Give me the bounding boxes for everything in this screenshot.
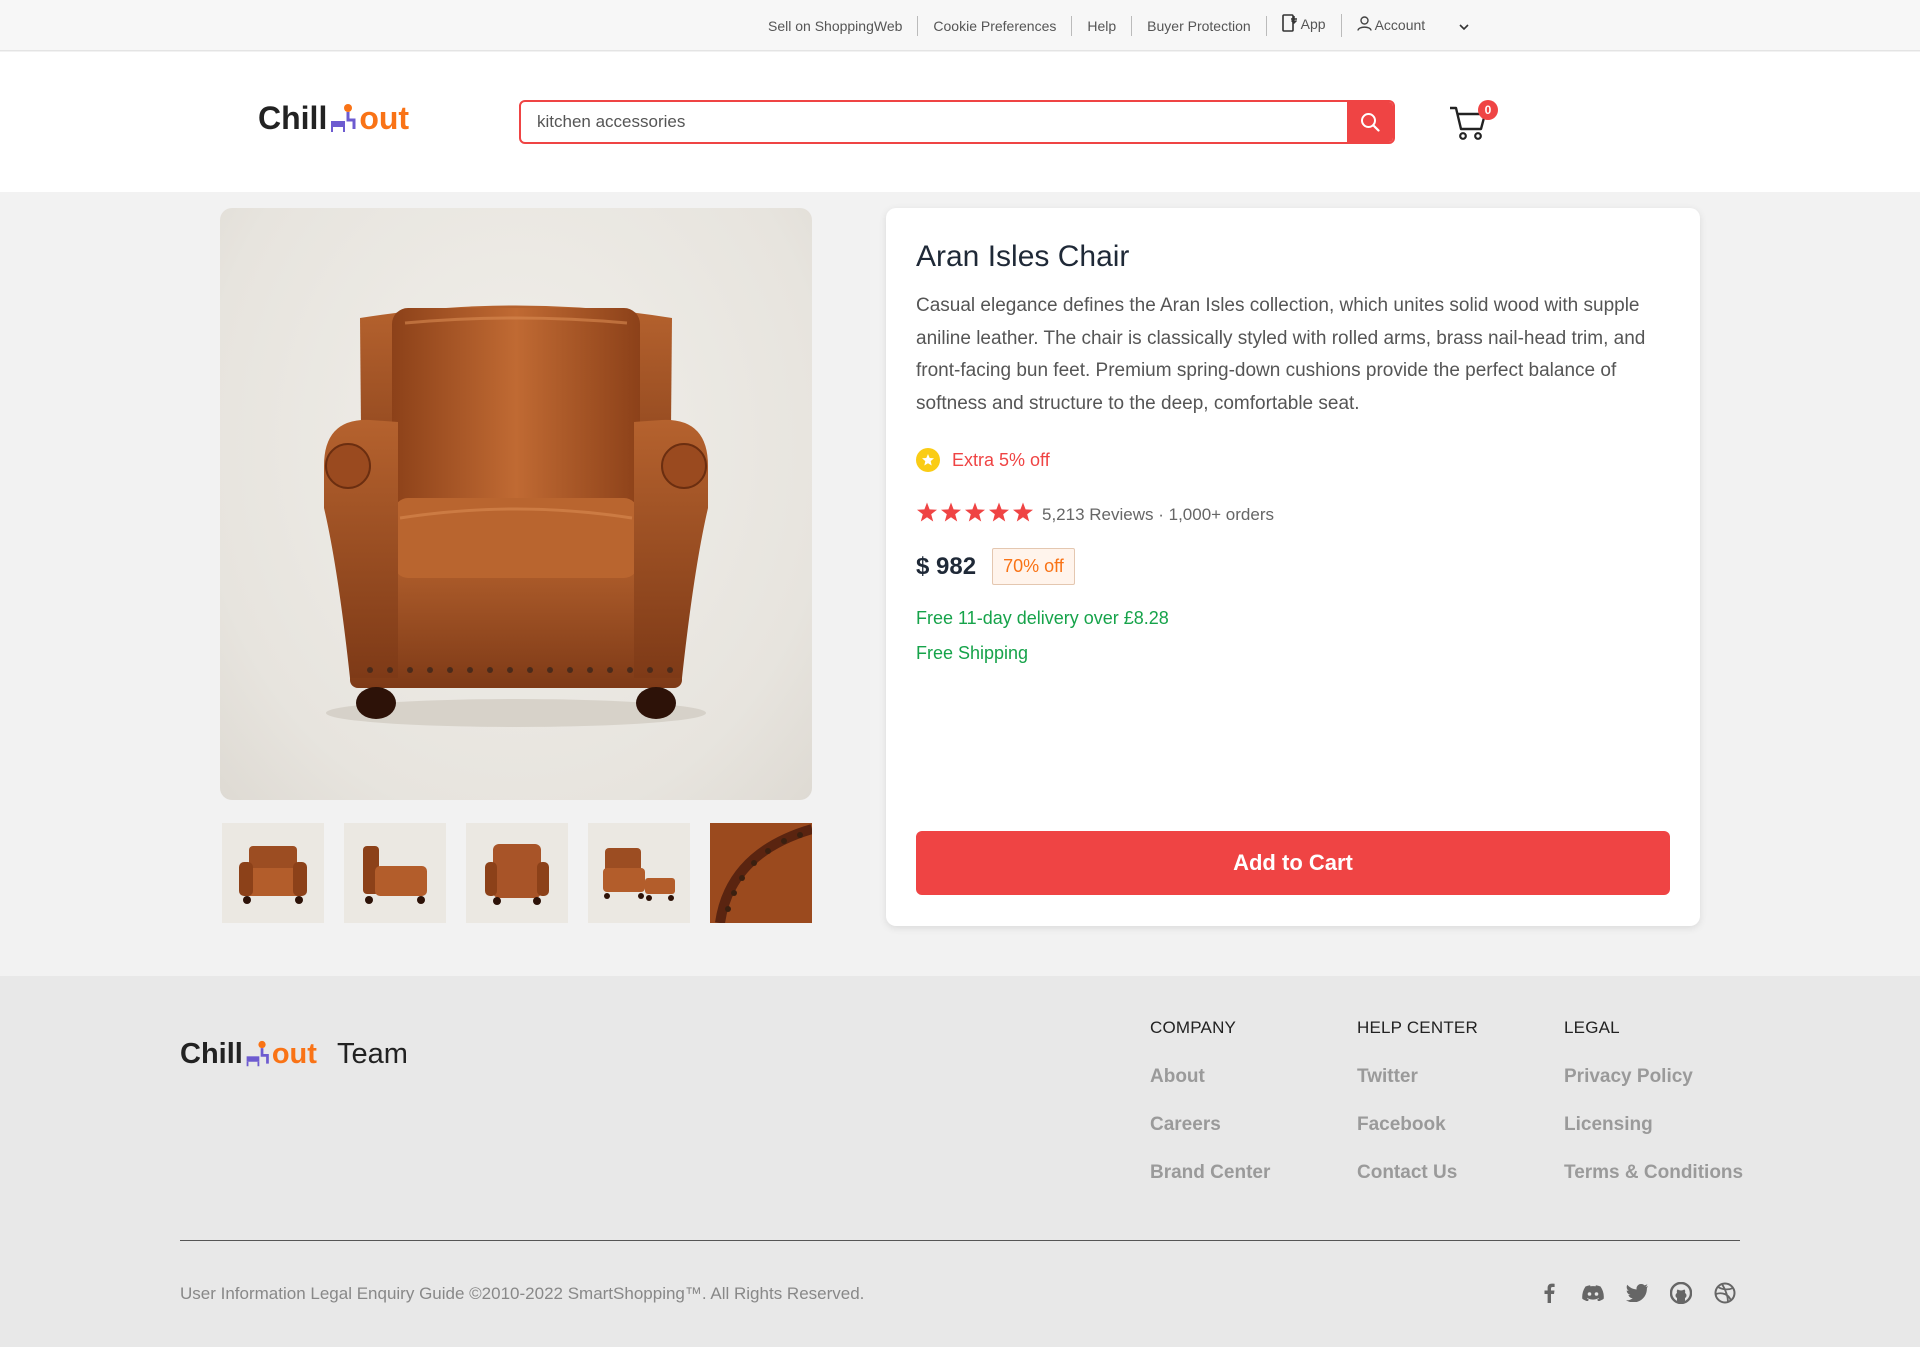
thumbnail-strip <box>222 823 812 923</box>
footer-link-licensing[interactable]: Licensing <box>1564 1114 1743 1136</box>
footer-link-twitter[interactable]: Twitter <box>1357 1066 1478 1088</box>
product-main-image[interactable] <box>220 208 812 800</box>
footer-link-brand-center[interactable]: Brand Center <box>1150 1162 1270 1184</box>
footer-link-terms[interactable]: Terms & Conditions <box>1564 1162 1743 1184</box>
search-bar <box>519 100 1395 144</box>
logo-figure-icon <box>331 103 356 132</box>
footer-link-careers[interactable]: Careers <box>1150 1114 1270 1136</box>
sell-link[interactable]: Sell on ShoppingWeb <box>756 15 919 36</box>
star-icon <box>964 502 986 528</box>
buyer-protection-link[interactable]: Buyer Protection <box>1132 15 1267 36</box>
star-icon <box>916 502 938 528</box>
footer-divider <box>180 1240 1740 1241</box>
footer-heading: COMPANY <box>1150 1018 1237 1037</box>
thumbnail-back[interactable] <box>466 823 568 923</box>
twitter-icon[interactable] <box>1626 1282 1648 1304</box>
shipping-info: Free Shipping <box>916 643 1029 663</box>
logo-out-text: out <box>359 100 410 136</box>
price: $ 982 <box>916 552 977 580</box>
thumbnail-closeup[interactable] <box>710 823 812 923</box>
account-menu[interactable]: Account <box>1342 15 1487 36</box>
star-coin-icon <box>916 448 940 472</box>
account-label: Account <box>1374 16 1426 33</box>
promo-badge: Extra 5% off <box>916 448 1050 472</box>
thumbnail-with-ottoman[interactable] <box>588 823 690 923</box>
cart-button[interactable]: 0 <box>1448 100 1498 146</box>
site-logo[interactable]: Chill out <box>258 100 409 137</box>
chevron-down-icon <box>1459 16 1469 36</box>
thumbnail-front-angle[interactable] <box>222 823 324 923</box>
add-to-cart-button[interactable]: Add to Cart <box>916 831 1670 895</box>
footer-logo[interactable]: Chill out Team <box>180 1038 408 1071</box>
thumbnail-side[interactable] <box>344 823 446 923</box>
app-link[interactable]: App <box>1267 14 1342 37</box>
armchair-image <box>324 305 708 727</box>
discord-icon[interactable] <box>1582 1282 1604 1304</box>
leather-closeup-image <box>710 823 812 923</box>
logo-team-text: Team <box>336 1038 408 1070</box>
armchair-thumbnail-image <box>363 846 427 904</box>
rating-stars <box>916 502 1034 528</box>
logo-figure-icon <box>246 1040 269 1067</box>
footer-link-contact-us[interactable]: Contact Us <box>1357 1162 1478 1184</box>
star-icon <box>940 502 962 528</box>
star-icon <box>988 502 1010 528</box>
footer-link-privacy-policy[interactable]: Privacy Policy <box>1564 1066 1743 1088</box>
top-links: Sell on ShoppingWeb Cookie Preferences H… <box>756 14 1487 37</box>
app-label: App <box>1300 16 1326 33</box>
cookie-preferences-link[interactable]: Cookie Preferences <box>918 15 1073 36</box>
search-input[interactable] <box>521 102 1347 142</box>
dribbble-icon[interactable] <box>1714 1282 1736 1304</box>
site-footer: Chill out Team COMPANY About Careers Bra… <box>0 976 1920 1347</box>
star-icon <box>1012 502 1034 528</box>
footer-link-about[interactable]: About <box>1150 1066 1270 1088</box>
promo-text: Extra 5% off <box>952 449 1050 470</box>
footer-heading: HELP CENTER <box>1357 1018 1478 1037</box>
armchair-thumbnail-image <box>485 844 549 905</box>
footer-column-company: COMPANY About Careers Brand Center <box>1150 1018 1270 1210</box>
cart-count-badge: 0 <box>1478 100 1498 120</box>
price-row: $ 982 70% off <box>916 548 1075 585</box>
footer-link-facebook[interactable]: Facebook <box>1357 1114 1478 1136</box>
product-title: Aran Isles Chair <box>916 240 1130 273</box>
search-button[interactable] <box>1347 102 1393 142</box>
product-info-card: Aran Isles Chair Casual elegance defines… <box>886 208 1700 926</box>
logo-chill-text: Chill <box>180 1038 243 1070</box>
footer-heading: LEGAL <box>1564 1018 1620 1037</box>
search-icon <box>1361 113 1380 132</box>
top-utility-bar: Sell on ShoppingWeb Cookie Preferences H… <box>0 0 1920 51</box>
footer-column-legal: LEGAL Privacy Policy Licensing Terms & C… <box>1564 1018 1743 1210</box>
site-header: Chill out 0 <box>0 52 1920 192</box>
github-icon[interactable] <box>1670 1282 1692 1304</box>
armchair-thumbnail-image <box>239 846 307 904</box>
logo-chill-text: Chill <box>258 100 328 136</box>
rating-text: 5,213 Reviews · 1,000+ orders <box>1042 505 1274 524</box>
footer-column-help-center: HELP CENTER Twitter Facebook Contact Us <box>1357 1018 1478 1210</box>
social-links <box>1538 1282 1736 1304</box>
rating-row: 5,213 Reviews · 1,000+ orders <box>916 502 1274 528</box>
discount-badge: 70% off <box>992 548 1075 585</box>
facebook-icon[interactable] <box>1538 1282 1560 1304</box>
logo-out-text: out <box>271 1038 317 1070</box>
armchair-thumbnail-image <box>603 848 675 901</box>
app-download-icon <box>1281 14 1298 37</box>
user-icon <box>1356 16 1372 36</box>
copyright-text: User Information Legal Enquiry Guide ©20… <box>180 1284 865 1303</box>
delivery-info: Free 11-day delivery over £8.28 <box>916 608 1169 628</box>
product-description: Casual elegance defines the Aran Isles c… <box>916 295 1646 414</box>
help-link[interactable]: Help <box>1072 15 1133 36</box>
